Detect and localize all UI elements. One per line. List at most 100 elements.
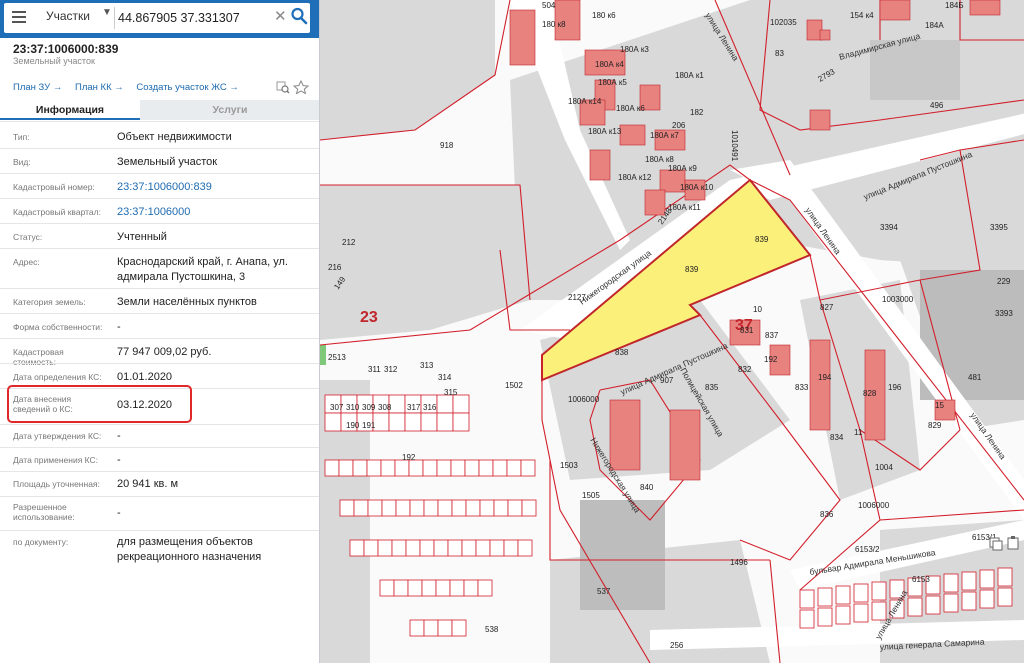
- parcel-number: 3395: [990, 223, 1008, 232]
- parcel-number: 834: [830, 433, 844, 442]
- attribute-value: 20 941 кв. м: [117, 478, 179, 490]
- parcel-number: 216: [328, 263, 342, 272]
- attribute-row: Форма собственности: -: [0, 313, 319, 338]
- map-canvas[interactable]: 23 37 Нижегородская улица улица Адмирала…: [320, 0, 1024, 663]
- paste-icon[interactable]: [1007, 536, 1019, 550]
- search-bar: Участки ▼ ✕: [0, 0, 319, 38]
- attribute-label: Тип:: [13, 132, 30, 142]
- parcel-number: 827: [820, 303, 834, 312]
- tab-services[interactable]: Услуги: [140, 100, 319, 120]
- parcel-number: 839: [755, 235, 769, 244]
- parcel-number: 828: [863, 389, 877, 398]
- parcel-number: 180А к6: [616, 104, 645, 113]
- attribute-row: Адрес: Краснодарский край, г. Анапа, ул.…: [0, 248, 319, 288]
- cadastral-number-link[interactable]: 23:37:1006000:839: [117, 180, 312, 195]
- parcel-number: 180А к10: [680, 183, 714, 192]
- tab-information[interactable]: Информация: [0, 100, 140, 120]
- attribute-row: Категория земель: Земли населённых пункт…: [0, 288, 319, 313]
- attribute-value: Объект недвижимости: [117, 131, 232, 143]
- attribute-label: Кадастровый квартал:: [13, 207, 101, 217]
- parcel-number: 192: [402, 453, 416, 462]
- parcel-number: 180А к5: [598, 78, 627, 87]
- cadastral-map[interactable]: 23 37 Нижегородская улица улица Адмирала…: [320, 0, 1024, 663]
- parcel-number: 154 к4: [850, 11, 874, 20]
- parcel-number: 184Б: [945, 1, 964, 10]
- quarter-label: 23: [360, 309, 378, 326]
- parcel-number: 835: [705, 383, 719, 392]
- parcel-number: 180А к12: [618, 173, 652, 182]
- parcel-number: 182: [690, 108, 704, 117]
- search-icon[interactable]: [290, 6, 310, 28]
- parcel-number: 11: [854, 428, 863, 437]
- parcel-number: 180А к4: [595, 60, 624, 69]
- parcel-number: 102035: [770, 18, 797, 27]
- parcel-number: 180А к7: [650, 131, 679, 140]
- parcel-number: 831: [740, 326, 754, 335]
- parcel-number: 10: [753, 305, 762, 314]
- attribute-row: по документу: для размещения объектов ре…: [0, 530, 319, 580]
- attribute-row: Разрешенное использование: -: [0, 496, 319, 530]
- search-type-select[interactable]: Участки: [46, 9, 90, 23]
- attribute-row: Дата применения КС: -: [0, 447, 319, 471]
- parcel-number: 832: [738, 365, 752, 374]
- parcel-number: 1502: [505, 381, 523, 390]
- parcel-number: 836: [820, 510, 834, 519]
- parcel-number: 1505: [582, 491, 600, 500]
- parcel-number: 256: [670, 641, 684, 650]
- tool-icons: [276, 79, 316, 97]
- attribute-label: Статус:: [13, 232, 43, 242]
- attribute-label: Дата применения КС:: [13, 455, 99, 465]
- info-panel: Участки ▼ ✕ 23:37:1006000:839 Земельный …: [0, 0, 320, 663]
- parcel-number: 192: [764, 355, 778, 364]
- action-links: План ЗУ → План КК → Создать участок ЖС →: [13, 82, 249, 93]
- parcel-number: 1496: [730, 558, 748, 567]
- zoom-to-object-icon[interactable]: [276, 81, 290, 94]
- parcel-number: 180А к8: [645, 155, 674, 164]
- attribute-label: Разрешенное использование:: [13, 502, 75, 522]
- attribute-value: -: [117, 507, 121, 519]
- chevron-down-icon[interactable]: ▼: [102, 7, 112, 18]
- attribute-value: Краснодарский край, г. Анапа, ул. адмира…: [117, 256, 288, 283]
- create-parcel-link[interactable]: Создать участок ЖС →: [136, 82, 238, 93]
- parcel-number: 1006000: [858, 501, 890, 510]
- attribute-value: для размещения объектов рекреационного н…: [117, 536, 262, 563]
- cadastral-quarter-link[interactable]: 23:37:1006000: [117, 205, 312, 220]
- attribute-row: Тип: Объект недвижимости: [0, 121, 319, 148]
- parcel-number: 504: [542, 1, 556, 10]
- parcel-number: 180 к6: [592, 11, 616, 20]
- menu-icon[interactable]: [4, 3, 32, 33]
- highlight-frame: [7, 385, 192, 423]
- search-input[interactable]: [118, 6, 268, 30]
- parcel-number: 316: [423, 403, 437, 412]
- attribute-label: по документу:: [13, 537, 69, 547]
- parcel-number: 6153/2: [855, 545, 880, 554]
- plan-zu-link[interactable]: План ЗУ →: [13, 82, 62, 93]
- attribute-label: Кадастровый номер:: [13, 182, 95, 192]
- parcel-number: 496: [930, 101, 944, 110]
- attribute-value: -: [117, 454, 121, 466]
- parcel-number: 15: [935, 401, 944, 410]
- parcel-number: 229: [997, 277, 1011, 286]
- parcel-number: 833: [795, 383, 809, 392]
- parcel-number: 840: [640, 483, 654, 492]
- attribute-value: Земли населённых пунктов: [117, 296, 257, 308]
- parcel-number: 180А к9: [668, 164, 697, 173]
- parcel-number: 839: [685, 265, 699, 274]
- clear-icon[interactable]: ✕: [274, 7, 287, 25]
- plan-kk-link[interactable]: План КК →: [75, 82, 124, 93]
- parcel-number: 1503: [560, 461, 578, 470]
- cadastral-number-title: 23:37:1006000:839: [13, 42, 119, 56]
- attribute-label: Адрес:: [13, 257, 40, 267]
- parcel-number: 1010491: [730, 130, 739, 162]
- parcel-number: 180 к8: [542, 20, 566, 29]
- parcel-number: 829: [928, 421, 942, 430]
- parcel-number: 2513: [328, 353, 346, 362]
- parcel-number: 212: [342, 238, 356, 247]
- star-icon[interactable]: [292, 79, 310, 95]
- attribute-value: -: [117, 321, 121, 333]
- parcel-number: 194: [818, 373, 832, 382]
- attribute-label: Дата определения КС:: [13, 372, 102, 382]
- parcel-number: 918: [440, 141, 454, 150]
- attribute-row: Кадастровая стоимость: 77 947 009,02 руб…: [0, 338, 319, 367]
- parcel-number: 180А к1: [675, 71, 704, 80]
